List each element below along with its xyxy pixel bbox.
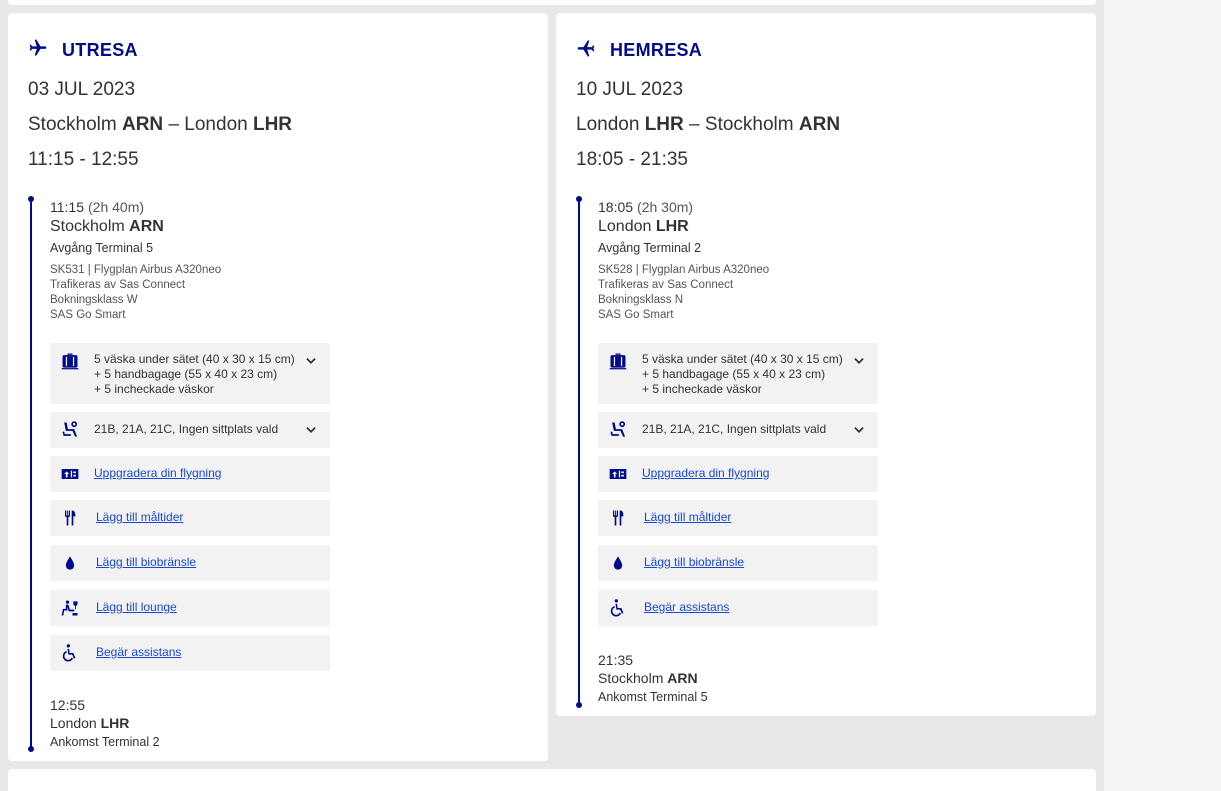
arrival-terminal: Ankomst Terminal 2 <box>50 735 160 749</box>
drop-icon <box>608 553 628 573</box>
operator: Trafikeras av Sas Connect <box>598 279 734 291</box>
wheelchair-icon <box>608 598 628 618</box>
return-timeline <box>576 196 582 708</box>
flight-details: SK531 | Flygplan Airbus A320neo Trafiker… <box>50 263 221 323</box>
seat-icon <box>60 420 80 440</box>
outbound-date: 03 JUL 2023 <box>28 79 136 100</box>
arrival-time: 21:35 <box>598 652 634 668</box>
arrival-city: London LHR <box>50 715 130 731</box>
arrival-terminal: Ankomst Terminal 5 <box>598 690 708 704</box>
arrival-city: Stockholm ARN <box>598 670 698 686</box>
departure-terminal: Avgång Terminal 2 <box>598 241 702 255</box>
upgrade-row: Uppgradera din flygning <box>598 456 878 492</box>
chevron-down-icon[interactable] <box>852 423 866 437</box>
upgrade-ticket-icon <box>608 464 628 484</box>
assistance-row: Begär assistans <box>598 590 878 626</box>
return-route: London LHR – Stockholm ARN <box>576 114 841 135</box>
seat-selection: 21B, 21A, 21C, Ingen sittplats vald <box>642 422 827 436</box>
baggage-row[interactable]: 5 väska under sätet (40 x 30 x 15 cm) + … <box>598 343 878 404</box>
plane-arrival-icon <box>576 38 596 63</box>
return-times: 18:05 - 21:35 <box>576 149 688 170</box>
return-date: 10 JUL 2023 <box>576 79 684 100</box>
baggage-summary: 5 väska under sätet (40 x 30 x 15 cm) + … <box>94 352 295 396</box>
add-biofuel-link[interactable]: Lägg till biobränsle <box>96 555 196 570</box>
flight-number: SK531 | Flygplan Airbus A320neo <box>50 264 222 276</box>
chevron-down-icon[interactable] <box>852 354 866 368</box>
chevron-down-icon[interactable] <box>304 354 318 368</box>
booking-class: Bokningsklass N <box>598 294 684 306</box>
seat-selection: 21B, 21A, 21C, Ingen sittplats vald <box>94 422 279 436</box>
outbound-route: Stockholm ARN – London LHR <box>28 114 293 135</box>
flight-number: SK528 | Flygplan Airbus A320neo <box>598 264 770 276</box>
departure-city: Stockholm ARN <box>50 218 164 235</box>
outbound-timeline <box>28 196 34 752</box>
return-heading: HEMRESA <box>576 38 702 63</box>
assistance-row: Begär assistans <box>50 635 330 671</box>
departure-time: 11:15 <box>50 199 84 215</box>
outbound-heading: UTRESA <box>28 38 138 63</box>
request-assistance-link[interactable]: Begär assistans <box>96 645 181 660</box>
add-biofuel-link[interactable]: Lägg till biobränsle <box>644 555 744 570</box>
add-lounge-link[interactable]: Lägg till lounge <box>96 600 177 615</box>
add-meals-link[interactable]: Lägg till måltider <box>644 510 731 525</box>
fork-knife-icon <box>60 508 80 528</box>
seat-icon <box>608 420 628 440</box>
previous-card <box>8 0 1096 5</box>
meals-row: Lägg till måltider <box>598 500 878 536</box>
flight-duration: (2h 40m) <box>88 199 145 215</box>
add-meals-link[interactable]: Lägg till måltider <box>96 510 183 525</box>
seat-row[interactable]: 21B, 21A, 21C, Ingen sittplats vald <box>50 412 330 448</box>
return-arrival: 21:35 Stockholm ARN Ankomst Terminal 5 <box>598 652 708 704</box>
seat-row[interactable]: 21B, 21A, 21C, Ingen sittplats vald <box>598 412 878 448</box>
baggage-row[interactable]: 5 väska under sätet (40 x 30 x 15 cm) + … <box>50 343 330 404</box>
meals-row: Lägg till måltider <box>50 500 330 536</box>
return-departure: 18:05 (2h 30m) London LHR Avgång Terminal… <box>598 199 769 323</box>
departure-time: 18:05 <box>598 199 634 215</box>
chevron-down-icon[interactable] <box>304 423 318 437</box>
baggage-summary: 5 väska under sätet (40 x 30 x 15 cm) + … <box>642 352 843 396</box>
outbound-flight-card: UTRESA 03 JUL 2023 Stockholm ARN – Londo… <box>8 13 548 761</box>
outbound-departure: 11:15 (2h 40m) Stockholm ARN Avgång Termi… <box>50 199 221 323</box>
outbound-times: 11:15 - 12:55 <box>28 149 139 170</box>
departure-terminal: Avgång Terminal 5 <box>50 241 154 255</box>
wheelchair-icon <box>60 643 80 663</box>
drop-icon <box>60 553 80 573</box>
lounge-row: Lägg till lounge <box>50 590 330 626</box>
flight-duration: (2h 30m) <box>637 199 694 215</box>
arrival-time: 12:55 <box>50 697 86 713</box>
flight-details: SK528 | Flygplan Airbus A320neo Trafiker… <box>598 263 769 323</box>
fare-type: SAS Go Smart <box>50 309 126 321</box>
next-card <box>8 769 1096 791</box>
fork-knife-icon <box>608 508 628 528</box>
upgrade-flight-link[interactable]: Uppgradera din flygning <box>94 466 221 481</box>
fare-type: SAS Go Smart <box>598 309 674 321</box>
operator: Trafikeras av Sas Connect <box>50 279 186 291</box>
outbound-arrival: 12:55 London LHR Ankomst Terminal 2 <box>50 697 160 749</box>
lounge-icon <box>60 598 80 618</box>
suitcase-icon <box>60 351 80 371</box>
biofuel-row: Lägg till biobränsle <box>50 545 330 581</box>
upgrade-ticket-icon <box>60 464 80 484</box>
return-flight-card: HEMRESA 10 JUL 2023 London LHR – Stockho… <box>556 13 1096 716</box>
biofuel-row: Lägg till biobränsle <box>598 545 878 581</box>
right-side-panel <box>1104 0 1221 791</box>
suitcase-icon <box>608 351 628 371</box>
plane-departure-icon <box>28 38 48 63</box>
booking-class: Bokningsklass W <box>50 294 138 306</box>
departure-city: London LHR <box>598 218 689 235</box>
upgrade-flight-link[interactable]: Uppgradera din flygning <box>642 466 769 481</box>
request-assistance-link[interactable]: Begär assistans <box>644 600 729 615</box>
upgrade-row: Uppgradera din flygning <box>50 456 330 492</box>
